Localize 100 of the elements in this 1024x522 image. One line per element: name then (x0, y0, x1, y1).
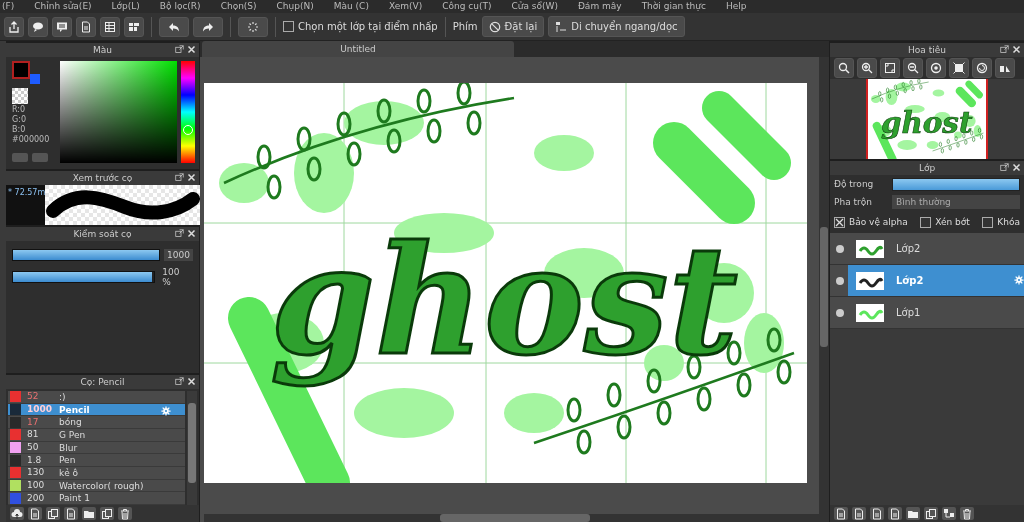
blend-label: Pha trộn (834, 197, 873, 207)
navigator-button[interactable] (972, 58, 992, 78)
zoom-in-icon (861, 62, 873, 74)
color-tool-button[interactable] (32, 153, 48, 162)
no-entry-icon (488, 20, 501, 33)
brush-size: 100 (27, 480, 46, 492)
layer-tool-button[interactable] (834, 507, 848, 520)
menu-item[interactable]: Đám mây (577, 0, 622, 13)
brush-tool-button[interactable] (100, 507, 114, 520)
brush-size: 50 (27, 442, 40, 453)
brush-item[interactable]: 17 bóng (8, 416, 185, 429)
redo-button[interactable] (193, 16, 223, 37)
page-icon (835, 507, 847, 520)
layer-name: Lớp2 (896, 243, 921, 254)
layer-tool-button[interactable] (924, 507, 938, 520)
vertical-scrollbar[interactable] (819, 57, 829, 522)
menu-item[interactable]: Lớp(L) (111, 0, 140, 13)
color-field[interactable] (59, 61, 178, 163)
toolbar-button[interactable] (76, 16, 96, 37)
toolbar-button[interactable] (52, 16, 72, 37)
navigator-button[interactable] (880, 58, 900, 78)
menu-item[interactable]: Màu (C) (333, 0, 369, 13)
toolbar-button[interactable] (28, 16, 48, 37)
checkbox[interactable] (920, 216, 932, 228)
opacity-slider[interactable] (892, 177, 1020, 191)
page-icon (853, 507, 865, 520)
navigator-button[interactable] (926, 58, 946, 78)
layer-tool-button[interactable] (960, 507, 974, 520)
hue-slider[interactable] (181, 61, 195, 163)
foreground-swatch[interactable] (12, 61, 30, 79)
close-icon (187, 45, 196, 54)
layer-name: Lớp2 (896, 275, 924, 286)
visibility-toggle[interactable] (836, 308, 844, 317)
menu-item[interactable]: (F) (2, 0, 15, 13)
copy-icon (47, 507, 59, 520)
close-icon (187, 229, 196, 238)
menu-item[interactable]: Thời gian thực (641, 0, 706, 13)
close-icon (1012, 163, 1021, 172)
toolbar-button[interactable] (124, 16, 144, 37)
layer-item[interactable]: Lớp2 (830, 233, 1024, 265)
checkbox-label: Chọn một lớp tại điểm nhấp (298, 21, 438, 32)
background-swatch[interactable] (30, 74, 40, 84)
layer-thumbnail (856, 303, 884, 322)
checkbox[interactable] (283, 21, 294, 32)
brush-item[interactable]: 200 Paint 1 (8, 492, 185, 506)
value-field[interactable]: 1000 (164, 249, 193, 261)
grid-icon (128, 20, 140, 33)
layer-tool-button[interactable] (852, 507, 866, 520)
layer-tool-button[interactable] (942, 507, 956, 520)
brush-tool-button[interactable] (10, 507, 24, 520)
brush-tool-button[interactable] (64, 507, 78, 520)
menu-item[interactable]: Chụp(N) (276, 0, 314, 13)
checkbox[interactable] (982, 216, 994, 228)
slider[interactable] (12, 271, 156, 283)
brush-item[interactable]: 52 :) (8, 391, 185, 404)
brush-name: Pencil (59, 404, 90, 415)
layer-item[interactable]: Lớp1 (830, 297, 1024, 329)
reset-button[interactable]: Đặt lại (481, 16, 545, 37)
menu-item[interactable]: Bộ lọc(R) (159, 0, 201, 13)
brush-item[interactable]: 81 G Pen (8, 429, 185, 442)
visibility-toggle[interactable] (836, 244, 844, 253)
brush-size: 1.8 (27, 454, 43, 466)
navigator-button[interactable] (834, 58, 854, 78)
checkbox[interactable] (834, 216, 845, 228)
move-icon (555, 20, 568, 33)
menu-item[interactable]: Cửa sổ(W) (511, 0, 558, 13)
menu-item[interactable]: Công cụ(T) (442, 0, 492, 13)
menu-item[interactable]: Help (725, 0, 747, 13)
undo-button[interactable] (159, 16, 189, 37)
move-button[interactable]: Di chuyển ngang/dọc (548, 16, 685, 37)
transparent-swatch[interactable] (12, 88, 28, 104)
brush-tool-button[interactable] (28, 507, 42, 520)
navigator-button[interactable] (857, 58, 877, 78)
layer-tool-button[interactable] (870, 507, 884, 520)
brush-tool-button[interactable] (82, 507, 96, 520)
navigator-button[interactable] (995, 58, 1015, 78)
checkbox-label: Bảo vệ alpha (849, 217, 908, 227)
toolbar-button[interactable] (100, 16, 120, 37)
brush-tool-button[interactable] (46, 507, 60, 520)
menu-item[interactable]: Chọn(S) (220, 0, 257, 13)
visibility-toggle[interactable] (836, 276, 844, 285)
brush-tool-button[interactable] (118, 507, 132, 520)
document-tab[interactable]: Untitled (202, 41, 514, 57)
page-icon (80, 20, 92, 33)
horizontal-scrollbar[interactable] (204, 514, 819, 522)
brush-item[interactable]: 130 kẻ ô (8, 467, 185, 480)
layer-tool-button[interactable] (888, 507, 902, 520)
toolbar-button[interactable] (4, 16, 24, 37)
slider[interactable] (12, 249, 160, 261)
menu-item[interactable]: Xem(V) (388, 0, 423, 13)
navigator-button[interactable] (949, 58, 969, 78)
navigator-button[interactable] (903, 58, 923, 78)
rotate-icon (976, 62, 988, 74)
scrollbar[interactable] (187, 391, 197, 505)
color-tool-button[interactable] (12, 153, 28, 162)
brush-item[interactable]: 1.8 Pen (8, 454, 185, 468)
color-readout: B:0 (12, 125, 27, 134)
layer-tool-button[interactable] (906, 507, 920, 520)
menu-item[interactable]: Chỉnh sửa(E) (34, 0, 92, 13)
blend-mode-dropdown[interactable]: Bình thường (892, 195, 1020, 209)
